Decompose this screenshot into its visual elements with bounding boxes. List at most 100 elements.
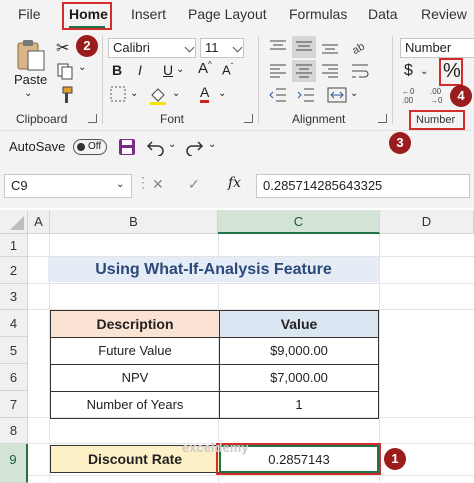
row-header-8[interactable]: 8 (0, 418, 28, 444)
font-size-value: 11 (205, 40, 219, 55)
row-header-3[interactable]: 3 (0, 284, 28, 310)
row-header-1[interactable]: 1 (0, 234, 28, 257)
underline-dropdown-icon[interactable]: ⌄ (176, 64, 184, 75)
copy-icon[interactable] (56, 62, 76, 80)
table-header-value[interactable]: Value (219, 310, 379, 338)
number-format-select[interactable]: Number (400, 38, 474, 58)
font-size-select[interactable]: 11 (200, 38, 244, 58)
table-header-description[interactable]: Description (50, 310, 220, 338)
italic-button[interactable]: I (138, 62, 142, 78)
autosave-toggle[interactable]: Off (73, 139, 107, 155)
row-header-6[interactable]: 6 (0, 364, 28, 391)
column-header-a[interactable]: A (28, 210, 50, 234)
save-icon[interactable] (118, 138, 136, 156)
fill-color-dropdown-icon[interactable]: ⌄ (172, 88, 180, 99)
redo-icon[interactable] (184, 138, 204, 156)
align-middle-icon (296, 41, 312, 51)
align-right-icon[interactable] (320, 62, 340, 80)
tab-formulas[interactable]: Formulas (289, 6, 347, 22)
more-options-icon[interactable]: ⋮ (136, 174, 150, 191)
borders-icon[interactable] (110, 86, 126, 102)
tab-insert[interactable]: Insert (131, 6, 166, 22)
decrease-decimal-icon[interactable]: .00→0 (428, 86, 452, 106)
row-header-9[interactable]: 9 (0, 444, 28, 483)
number-format-value: Number (405, 40, 452, 55)
font-color-icon[interactable]: A (200, 84, 210, 103)
row-header-2[interactable]: 2 (0, 257, 28, 284)
table-cell-description[interactable]: NPV (50, 364, 220, 392)
decrease-font-icon[interactable]: Aˇ (222, 62, 233, 77)
column-header-b[interactable]: B (50, 210, 218, 234)
currency-dropdown-icon[interactable]: ⌄ (420, 66, 428, 77)
table-cell-value[interactable]: $7,000.00 (219, 364, 379, 392)
font-launcher-icon[interactable] (244, 114, 253, 123)
align-bottom-icon[interactable] (320, 38, 340, 56)
paste-dropdown-icon[interactable]: ⌄ (24, 88, 32, 99)
column-header-d[interactable]: D (380, 210, 474, 234)
redo-dropdown-icon[interactable]: ⌄ (208, 139, 216, 150)
insert-function-button[interactable]: fx (228, 175, 241, 191)
tab-data[interactable]: Data (368, 6, 398, 22)
sheet-title[interactable]: Using What-If-Analysis Feature (48, 257, 379, 282)
tab-file[interactable]: File (18, 6, 41, 22)
chevron-down-icon (232, 42, 243, 53)
paste-icon[interactable] (14, 38, 48, 72)
separator (392, 36, 393, 124)
cancel-icon[interactable]: ✕ (152, 176, 164, 193)
step-badge-2: 2 (76, 35, 98, 57)
column-header-c[interactable]: C (218, 210, 380, 234)
increase-decimal-icon[interactable]: ←0.00 (400, 86, 424, 106)
home-tab-highlight (62, 2, 112, 30)
name-box[interactable]: C9 (4, 174, 132, 198)
name-box-dropdown-icon[interactable]: ⌄ (116, 179, 124, 190)
table-cell-value[interactable]: 1 (219, 391, 379, 419)
underline-button[interactable]: U (163, 62, 173, 78)
merge-center-icon[interactable] (326, 86, 348, 104)
copy-dropdown-icon[interactable]: ⌄ (78, 62, 86, 73)
font-color-dropdown-icon[interactable]: ⌄ (218, 88, 226, 99)
undo-icon[interactable] (146, 138, 166, 156)
align-middle-button[interactable] (292, 36, 316, 58)
tab-review[interactable]: Review (421, 6, 467, 22)
fill-color-icon[interactable] (148, 86, 168, 106)
svg-text:ab: ab (350, 41, 367, 56)
format-painter-icon[interactable] (56, 86, 74, 104)
row-header-5[interactable]: 5 (0, 337, 28, 364)
merge-dropdown-icon[interactable]: ⌄ (350, 88, 358, 99)
select-all-corner[interactable] (0, 210, 28, 234)
font-name-value: Calibri (113, 40, 150, 55)
align-left-icon[interactable] (268, 62, 288, 80)
wrap-text-icon[interactable] (350, 62, 370, 80)
borders-dropdown-icon[interactable]: ⌄ (130, 88, 138, 99)
bold-button[interactable]: B (112, 62, 122, 78)
table-cell-value[interactable]: $9,000.00 (219, 337, 379, 365)
undo-dropdown-icon[interactable]: ⌄ (168, 139, 176, 150)
watermark-logo: exceldemy (182, 440, 249, 455)
table-cell-description[interactable]: Number of Years (50, 391, 220, 419)
alignment-group-label: Alignment (292, 112, 346, 126)
font-group-label: Font (160, 112, 185, 126)
align-center-button[interactable] (292, 60, 316, 82)
formula-bar: C9 ⌄ ⋮ ✕ ✓ fx 0.285714285643325 (0, 162, 474, 208)
table-cell-description[interactable]: Future Value (50, 337, 220, 365)
clipboard-launcher-icon[interactable] (88, 114, 97, 123)
currency-button[interactable]: $ (404, 62, 413, 80)
row-header-4[interactable]: 4 (0, 310, 28, 337)
tab-page-layout[interactable]: Page Layout (188, 6, 267, 22)
increase-font-icon[interactable]: A^ (198, 60, 212, 77)
cut-icon[interactable]: ✂ (56, 38, 69, 58)
svg-text:.00: .00 (430, 87, 442, 96)
enter-icon[interactable]: ✓ (188, 176, 200, 193)
separator (258, 36, 259, 124)
alignment-launcher-icon[interactable] (378, 114, 387, 123)
svg-text:.00: .00 (402, 96, 414, 105)
orientation-icon[interactable]: ab (350, 38, 372, 56)
increase-indent-icon[interactable] (296, 86, 316, 104)
decrease-indent-icon[interactable] (268, 86, 288, 104)
row-header-7[interactable]: 7 (0, 391, 28, 418)
align-top-icon[interactable] (268, 38, 288, 56)
formula-input[interactable]: 0.285714285643325 (256, 174, 470, 198)
paste-button[interactable]: Paste (14, 72, 47, 87)
select-all-icon (10, 216, 24, 230)
font-name-select[interactable]: Calibri (108, 38, 196, 58)
